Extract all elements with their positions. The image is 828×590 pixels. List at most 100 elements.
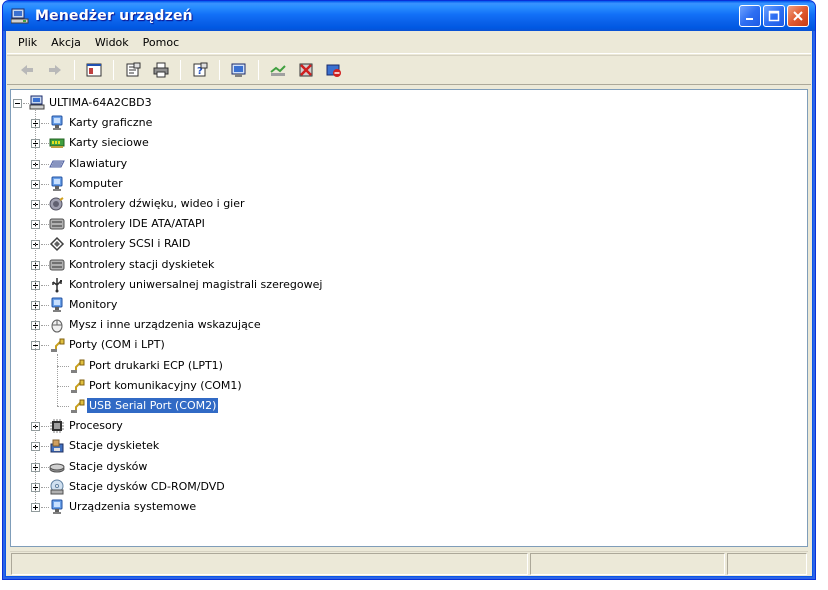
category-label[interactable]: Kontrolery stacji dyskietek [67, 257, 216, 272]
window-controls [739, 5, 809, 27]
root-expander[interactable] [13, 99, 22, 108]
properties-icon [126, 62, 141, 77]
computer-root-icon [29, 95, 45, 110]
tree-connector-line [41, 446, 49, 448]
category-label[interactable]: Procesory [67, 418, 125, 433]
tree-connector-line [41, 183, 49, 185]
help-icon: ? [193, 62, 208, 77]
category-label[interactable]: Kontrolery IDE ATA/ATAPI [67, 216, 207, 231]
computer-icon [51, 176, 63, 191]
category-label[interactable]: Urządzenia systemowe [67, 499, 198, 514]
tree-connector-line [41, 426, 49, 428]
device-label[interactable]: USB Serial Port (COM2) [87, 398, 219, 413]
menu-akcja[interactable]: Akcja [44, 36, 88, 49]
monitor-icon [51, 297, 63, 312]
scan-hardware-button[interactable] [227, 59, 251, 81]
minimize-icon [746, 18, 753, 20]
menu-widok[interactable]: Widok [88, 36, 136, 49]
tree-connector-line [57, 385, 69, 387]
device-tree[interactable]: ULTIMA-64A2CBD3 Karty graficzne Karty siec… [10, 89, 808, 547]
help-button[interactable]: ? [188, 59, 212, 81]
window-title: Menedżer urządzeń [35, 8, 193, 24]
back-icon [21, 65, 33, 75]
properties-button[interactable] [121, 59, 145, 81]
category-label[interactable]: Karty graficzne [67, 115, 154, 130]
title-bar[interactable]: Menedżer urządzeń [3, 1, 815, 31]
tree-connector-line [57, 354, 58, 406]
console-tree-icon [86, 63, 102, 77]
toolbar-separator [74, 60, 75, 80]
device-label[interactable]: Port drukarki ECP (LPT1) [87, 358, 225, 373]
status-pane-main [11, 553, 529, 575]
category-label[interactable]: Kontrolery SCSI i RAID [67, 236, 192, 251]
maximize-button[interactable] [763, 5, 785, 27]
tree-root-label[interactable]: ULTIMA-64A2CBD3 [47, 95, 154, 110]
disable-button[interactable] [322, 59, 346, 81]
disable-icon [326, 64, 341, 77]
status-pane-tertiary [727, 553, 807, 575]
toolbar-separator [180, 60, 181, 80]
toolbar-separator [219, 60, 220, 80]
minimize-button[interactable] [739, 5, 761, 27]
cpu-icon [50, 419, 64, 434]
forward-button[interactable] [43, 59, 67, 81]
category-label[interactable]: Stacje dysków CD-ROM/DVD [67, 479, 227, 494]
print-icon [153, 62, 169, 78]
category-label[interactable]: Karty sieciowe [67, 135, 151, 150]
update-driver-icon [270, 65, 286, 76]
tree-connector-line [41, 244, 49, 246]
tree-connector-line [41, 204, 49, 205]
scan-hardware-icon [231, 63, 246, 77]
port-icon [71, 399, 85, 413]
tree-connector-line [41, 305, 49, 306]
device-manager-icon [11, 8, 29, 24]
port-icon [71, 379, 85, 393]
tree-connector-line [57, 365, 69, 367]
sound-icon [49, 197, 64, 211]
print-button[interactable] [149, 59, 173, 81]
disk-icon [49, 463, 65, 473]
status-bar [10, 551, 808, 575]
category-label[interactable]: Stacje dyskietek [67, 438, 161, 453]
category-label[interactable]: Monitory [67, 297, 119, 312]
console-tree-button[interactable] [82, 59, 106, 81]
tree-connector-line [41, 486, 49, 488]
toolbar-separator [258, 60, 259, 80]
close-icon [793, 11, 803, 21]
category-expander[interactable] [31, 503, 40, 512]
category-label[interactable]: Kontrolery uniwersalnej magistrali szere… [67, 277, 324, 292]
tree-connector-line [41, 284, 49, 286]
menu-pomoc[interactable]: Pomoc [136, 36, 186, 49]
menu-plik[interactable]: Plik [11, 36, 44, 49]
keyboard-icon [49, 160, 65, 168]
cdrom-icon [50, 479, 64, 495]
tree-connector-line [41, 264, 49, 266]
tree-connector-line [57, 406, 69, 407]
ide-icon [49, 218, 65, 230]
tree-connector-line [41, 345, 49, 347]
forward-icon [49, 65, 61, 75]
category-label[interactable]: Porty (COM i LPT) [67, 337, 167, 352]
category-label[interactable]: Mysz i inne urządzenia wskazujące [67, 317, 263, 332]
category-label[interactable]: Klawiatury [67, 156, 129, 171]
scsi-icon [49, 237, 65, 252]
toolbar: ? [7, 55, 811, 85]
uninstall-button[interactable] [294, 59, 318, 81]
expand-icon [33, 505, 38, 510]
tree-connector-line [41, 143, 49, 145]
usb-icon [52, 277, 62, 293]
port-icon [71, 359, 85, 373]
tree-connector-line [41, 466, 49, 468]
update-driver-button[interactable] [266, 59, 290, 81]
category-label[interactable]: Kontrolery dźwięku, wideo i gier [67, 196, 247, 211]
uninstall-icon [299, 63, 313, 77]
close-button[interactable] [787, 5, 809, 27]
category-label[interactable]: Komputer [67, 176, 125, 191]
maximize-icon [768, 10, 780, 22]
collapse-icon [15, 103, 20, 104]
tree-connector-line [35, 110, 36, 503]
category-label[interactable]: Stacje dysków [67, 459, 149, 474]
back-button[interactable] [15, 59, 39, 81]
device-label[interactable]: Port komunikacyjny (COM1) [87, 378, 244, 393]
device-manager-window: Menedżer urządzeń Plik Akcja Widok Pomoc [2, 0, 816, 580]
